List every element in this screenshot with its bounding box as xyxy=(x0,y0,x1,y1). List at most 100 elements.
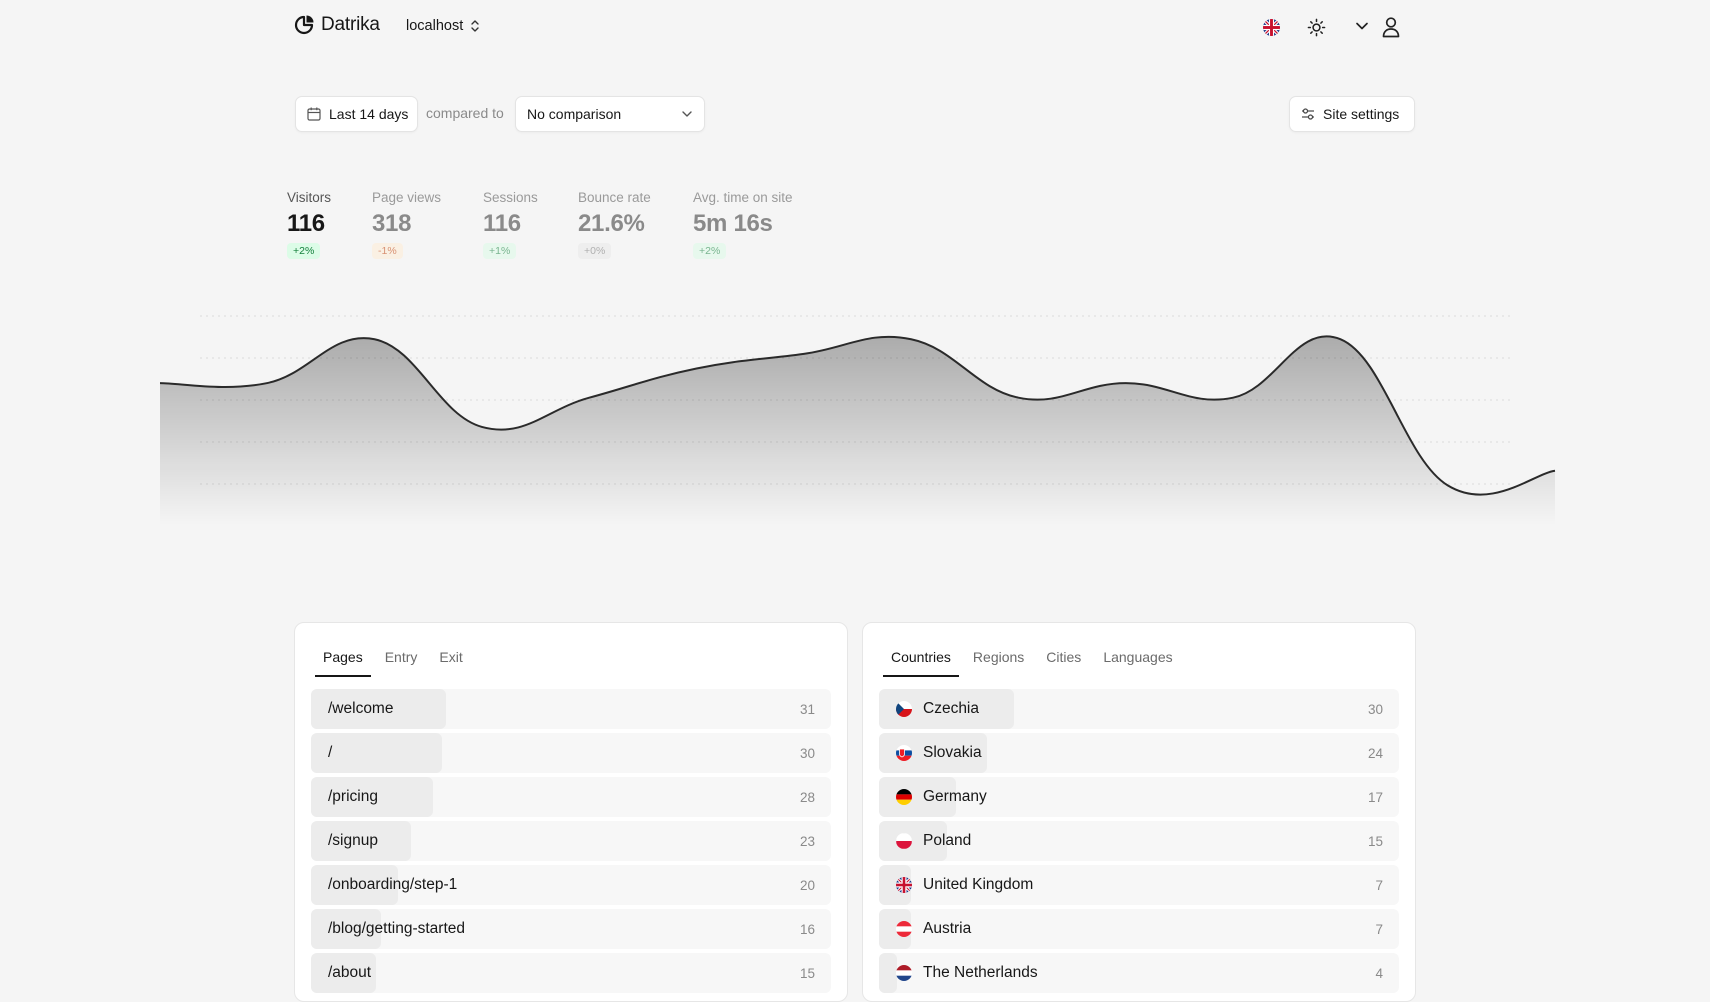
list-item[interactable]: /onboarding/step-1 20 xyxy=(311,865,831,905)
list-item-label: / xyxy=(311,744,332,762)
locations-tabs: Countries Regions Cities Languages xyxy=(863,623,1415,677)
list-item-text: The Netherlands xyxy=(923,964,1038,981)
list-item-count: 15 xyxy=(1367,833,1383,849)
list-item-label: Slovakia xyxy=(879,744,982,762)
site-selector[interactable]: localhost xyxy=(406,18,480,34)
list-item-text: Czechia xyxy=(923,700,979,717)
date-range-label: Last 14 days xyxy=(329,106,409,122)
list-item-count: 4 xyxy=(1375,965,1383,981)
list-item[interactable]: The Netherlands 4 xyxy=(879,953,1399,993)
list-item-label: Poland xyxy=(879,832,971,850)
list-item-count: 16 xyxy=(799,921,815,937)
chevron-up-down-icon xyxy=(471,20,479,32)
tab-exit[interactable]: Exit xyxy=(431,623,470,677)
de-flag-icon xyxy=(896,789,912,805)
cz-flag-icon xyxy=(896,701,912,717)
chevron-down-icon[interactable] xyxy=(1355,21,1369,31)
metric-change-badge: +1% xyxy=(483,243,517,259)
metric-visitors[interactable]: Visitors 116 +2% xyxy=(287,190,331,259)
nl-flag-icon xyxy=(896,965,912,981)
pl-flag-icon xyxy=(896,833,912,849)
list-item-count: 20 xyxy=(799,877,815,893)
list-item-count: 31 xyxy=(799,701,815,717)
site-settings-button[interactable]: Site settings xyxy=(1289,96,1415,132)
list-item-text: /pricing xyxy=(328,788,378,805)
list-item[interactable]: Austria 7 xyxy=(879,909,1399,949)
metric-label: Page views xyxy=(372,190,442,205)
compared-to-label: compared to xyxy=(426,105,504,121)
list-item-text: /about xyxy=(328,964,372,981)
list-item[interactable]: /about 15 xyxy=(311,953,831,993)
pages-list: /welcome 31 / 30/pricing 28/signup 23/onboard… xyxy=(295,689,847,993)
list-item-text: Poland xyxy=(923,832,972,849)
metric-value: 116 xyxy=(287,210,325,237)
list-item-label: United Kingdom xyxy=(879,876,1033,894)
calendar-icon xyxy=(307,107,321,121)
list-item-text: /blog/getting-started xyxy=(328,920,466,937)
locations-panel: Countries Regions Cities Languages Czech… xyxy=(862,622,1416,1002)
list-item[interactable]: Germany 17 xyxy=(879,777,1399,817)
list-item-count: 24 xyxy=(1367,745,1383,761)
metric-value: 21.6% xyxy=(578,210,645,237)
metric-page-views[interactable]: Page views 318 -1% xyxy=(372,190,441,259)
language-flag-icon[interactable] xyxy=(1263,19,1280,36)
list-item-label: /onboarding/step-1 xyxy=(311,876,457,894)
list-item[interactable]: Slovakia 24 xyxy=(879,733,1399,773)
site-name: localhost xyxy=(406,18,464,34)
datrika-logo-icon xyxy=(294,15,314,35)
list-item-label: /signup xyxy=(311,832,378,850)
metric-change-badge: +0% xyxy=(578,243,612,259)
chevron-down-icon xyxy=(682,111,692,117)
sk-flag-icon xyxy=(896,745,912,761)
list-item[interactable]: /blog/getting-started 16 xyxy=(311,909,831,949)
pages-panel: Pages Entry Exit /welcome 31 / 30/pricing 28… xyxy=(294,622,848,1002)
chart-series-area xyxy=(160,336,1555,525)
list-item-text: /welcome xyxy=(328,700,394,717)
metric-change-badge: +2% xyxy=(287,243,321,259)
list-item[interactable]: /pricing 28 xyxy=(311,777,831,817)
user-account-icon[interactable] xyxy=(1381,16,1401,38)
list-item-label: /about xyxy=(311,964,371,982)
tab-entry[interactable]: Entry xyxy=(377,623,426,677)
list-item[interactable]: /signup 23 xyxy=(311,821,831,861)
list-item-text: Slovakia xyxy=(923,744,982,761)
tab-regions[interactable]: Regions xyxy=(965,623,1032,677)
brand-logo[interactable]: Datrika xyxy=(293,14,380,36)
gb-flag-icon xyxy=(896,877,912,893)
list-item[interactable]: Poland 15 xyxy=(879,821,1399,861)
at-flag-icon xyxy=(896,921,912,937)
list-item[interactable]: Czechia 30 xyxy=(879,689,1399,729)
metric-label: Bounce rate xyxy=(578,190,651,205)
metric-avg-time[interactable]: Avg. time on site 5m 16s +2% xyxy=(693,190,793,259)
list-item[interactable]: / 30 xyxy=(311,733,831,773)
list-item-text: /signup xyxy=(328,832,378,849)
tab-languages[interactable]: Languages xyxy=(1095,623,1180,677)
list-item[interactable]: United Kingdom 7 xyxy=(879,865,1399,905)
visitors-area-chart xyxy=(159,315,1556,525)
theme-toggle-sun-icon[interactable] xyxy=(1307,18,1326,37)
metric-label: Sessions xyxy=(483,190,538,205)
list-item-label: Germany xyxy=(879,788,987,806)
list-item-text: Austria xyxy=(923,920,972,937)
metric-value: 318 xyxy=(372,210,412,237)
pages-tabs: Pages Entry Exit xyxy=(295,623,847,677)
metric-bounce-rate[interactable]: Bounce rate 21.6% +0% xyxy=(578,190,651,259)
list-item-count: 7 xyxy=(1375,877,1383,893)
tab-cities[interactable]: Cities xyxy=(1038,623,1089,677)
list-item-label: Austria xyxy=(879,920,971,938)
metric-label: Visitors xyxy=(287,190,332,205)
metric-sessions[interactable]: Sessions 116 +1% xyxy=(483,190,538,259)
date-range-button[interactable]: Last 14 days xyxy=(295,96,418,132)
settings-sliders-icon xyxy=(1302,108,1314,120)
list-item[interactable]: /welcome 31 xyxy=(311,689,831,729)
list-item-count: 7 xyxy=(1375,921,1383,937)
list-item-count: 23 xyxy=(799,833,815,849)
tab-countries[interactable]: Countries xyxy=(883,623,959,677)
brand-name: Datrika xyxy=(321,14,380,35)
comparison-select[interactable]: No comparison xyxy=(515,96,705,132)
metric-value: 5m 16s xyxy=(693,210,773,237)
list-item-label: Czechia xyxy=(879,700,979,718)
metric-value: 116 xyxy=(483,210,521,237)
tab-pages[interactable]: Pages xyxy=(315,623,371,677)
metric-change-badge: +2% xyxy=(693,243,727,259)
